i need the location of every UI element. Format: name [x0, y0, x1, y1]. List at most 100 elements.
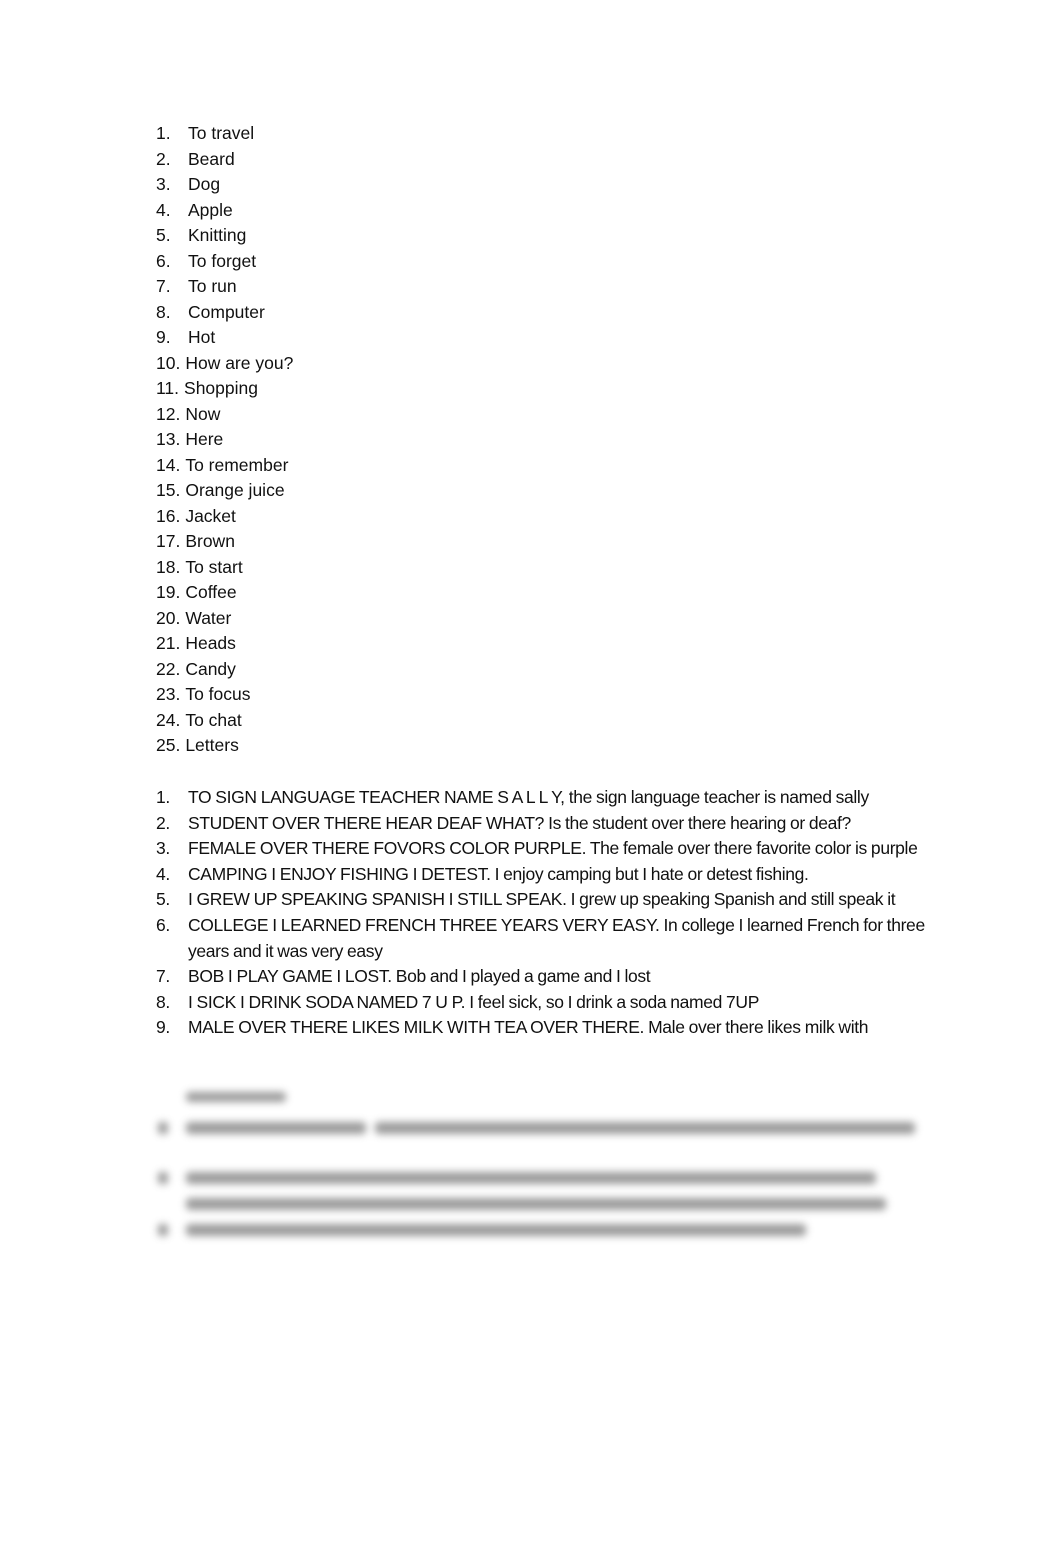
list-number: 8.	[156, 301, 171, 322]
list-number: 11.	[156, 378, 180, 398]
list-number: 1.	[156, 787, 170, 807]
sentence-item: 8. I SICK I DRINK SODA NAMED 7 U P. I fee…	[156, 990, 931, 1016]
vocabulary-item: 2. Beard	[156, 148, 293, 174]
vocabulary-item: 11. Shopping	[156, 377, 293, 403]
list-number: 22.	[156, 658, 181, 679]
list-number: 9.	[156, 1017, 170, 1038]
list-text: Heads	[185, 633, 236, 653]
list-text: TO SIGN LANGUAGE TEACHER NAME S A L L Y,…	[188, 787, 869, 807]
blurred-line	[375, 1122, 915, 1134]
vocabulary-item: 12. Now	[156, 403, 293, 429]
list-text: To remember	[185, 454, 289, 475]
vocabulary-item: 19. Coffee	[156, 581, 293, 607]
list-text: Computer	[188, 301, 265, 322]
list-text: Shopping	[184, 378, 258, 398]
list-number: 23.	[156, 684, 181, 704]
list-text: Now	[185, 403, 221, 424]
list-number: 24.	[156, 709, 181, 730]
vocabulary-item: 25. Letters	[156, 734, 293, 760]
list-number: 5.	[156, 889, 170, 910]
list-text: How are you?	[185, 352, 294, 373]
sentence-item: 6. COLLEGE I LEARNED FRENCH THREE YEARS V…	[156, 913, 931, 964]
list-text: Coffee	[185, 582, 237, 602]
blurred-line	[186, 1224, 806, 1236]
list-text: To start	[185, 556, 243, 577]
list-number: 13.	[156, 429, 181, 449]
list-text: To chat	[185, 709, 242, 730]
list-text: BOB I PLAY GAME I LOST. Bob and I played…	[188, 966, 651, 987]
list-text: To forget	[188, 250, 257, 271]
vocabulary-item: 20. Water	[156, 607, 293, 633]
list-number: 5.	[156, 225, 171, 245]
vocabulary-item: 5. Knitting	[156, 224, 293, 250]
list-text: Knitting	[188, 225, 247, 245]
vocabulary-item: 22. Candy	[156, 658, 293, 684]
list-text: Orange juice	[185, 480, 285, 500]
vocabulary-item: 7. To run	[156, 275, 293, 301]
list-number: 2.	[156, 812, 170, 833]
vocabulary-item: 4. Apple	[156, 199, 293, 225]
list-text: FEMALE OVER THERE FOVORS COLOR PURPLE. T…	[188, 838, 918, 859]
list-text: Dog	[188, 174, 221, 194]
list-number: 12.	[156, 403, 181, 424]
list-number: 6.	[156, 250, 171, 271]
list-text: Beard	[188, 148, 235, 169]
vocabulary-item: 8. Computer	[156, 301, 293, 327]
document-page: 1. To travel 2. Beard 3. Dog 4. Apple 5. Knitting…	[0, 0, 1062, 1556]
list-text: To focus	[185, 684, 251, 704]
list-text: Brown	[185, 531, 235, 551]
vocabulary-item: 13. Here	[156, 428, 293, 454]
list-text: Jacket	[185, 505, 236, 526]
vocabulary-item: 9. Hot	[156, 326, 293, 352]
sentence-item: 1. TO SIGN LANGUAGE TEACHER NAME S A L L …	[156, 785, 931, 811]
sentence-item: 4. CAMPING I ENJOY FISHING I DETEST. I en…	[156, 862, 931, 888]
blurred-line	[186, 1172, 876, 1184]
list-text: To travel	[188, 123, 255, 143]
list-number: 16.	[156, 505, 181, 526]
list-number: 1.	[156, 123, 171, 143]
blurred-preview-content	[150, 1092, 940, 1252]
vocabulary-item: 17. Brown	[156, 530, 293, 556]
list-text: Hot	[188, 327, 216, 347]
list-number: 3.	[156, 838, 170, 859]
list-number: 20.	[156, 607, 181, 628]
sentence-item: 2. STUDENT OVER THERE HEAR DEAF WHAT? Is …	[156, 811, 931, 837]
vocabulary-item: 24. To chat	[156, 709, 293, 735]
sentence-list: 1. TO SIGN LANGUAGE TEACHER NAME S A L L …	[156, 785, 931, 1041]
list-number: 19.	[156, 582, 181, 602]
list-text: Apple	[188, 199, 233, 220]
vocabulary-item: 18. To start	[156, 556, 293, 582]
vocabulary-item: 14. To remember	[156, 454, 293, 480]
list-number: 25.	[156, 735, 181, 755]
list-number: 3.	[156, 174, 171, 194]
list-text: CAMPING I ENJOY FISHING I DETEST. I enjo…	[188, 863, 809, 884]
list-number: 4.	[156, 199, 171, 220]
list-number: 6.	[156, 914, 170, 935]
vocabulary-item: 21. Heads	[156, 632, 293, 658]
blurred-line	[186, 1198, 886, 1210]
list-number: 18.	[156, 556, 181, 577]
list-number: 4.	[156, 863, 170, 884]
list-number: 10.	[156, 352, 181, 373]
list-text: I GREW UP SPEAKING SPANISH I STILL SPEAK…	[188, 889, 896, 910]
vocabulary-item: 1. To travel	[156, 122, 293, 148]
list-text: Water	[185, 607, 232, 628]
vocabulary-item: 10. How are you?	[156, 352, 293, 378]
blurred-number	[158, 1172, 168, 1184]
list-number: 15.	[156, 480, 181, 500]
vocabulary-list: 1. To travel 2. Beard 3. Dog 4. Apple 5. Knitting…	[156, 122, 293, 760]
list-number: 8.	[156, 991, 170, 1012]
list-number: 17.	[156, 531, 181, 551]
sentence-item: 5. I GREW UP SPEAKING SPANISH I STILL SPE…	[156, 887, 931, 913]
list-number: 2.	[156, 148, 171, 169]
list-text: I SICK I DRINK SODA NAMED 7 U P. I feel …	[188, 991, 760, 1012]
list-number: 9.	[156, 327, 171, 347]
vocabulary-item: 15. Orange juice	[156, 479, 293, 505]
list-text: STUDENT OVER THERE HEAR DEAF WHAT? Is th…	[188, 812, 851, 833]
blurred-line	[186, 1122, 366, 1134]
sentence-item: 3. FEMALE OVER THERE FOVORS COLOR PURPLE.…	[156, 836, 931, 862]
list-text: MALE OVER THERE LIKES MILK WITH TEA OVER…	[188, 1017, 869, 1038]
blurred-number	[158, 1224, 168, 1236]
list-text: Letters	[185, 735, 239, 755]
list-number: 7.	[156, 966, 170, 987]
